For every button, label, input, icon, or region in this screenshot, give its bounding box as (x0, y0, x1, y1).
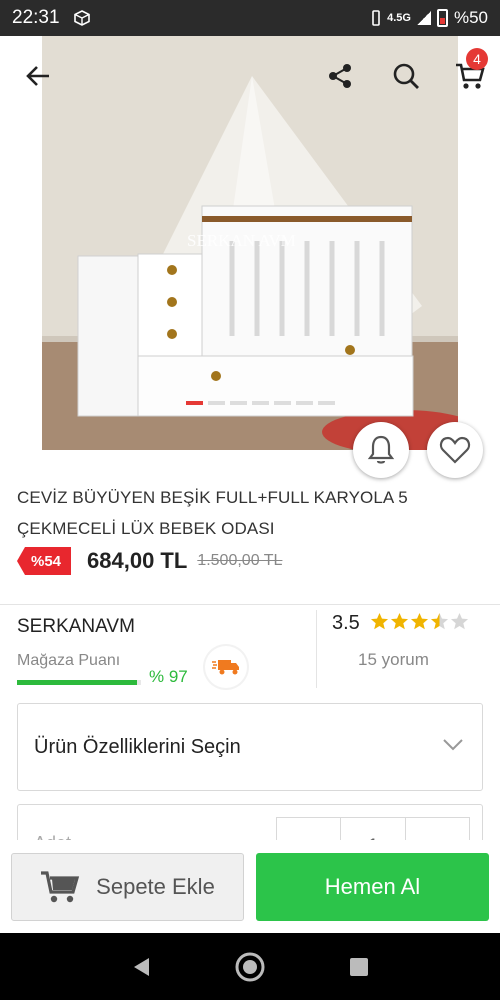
rating-stars (370, 612, 469, 631)
status-time: 22:31 (12, 7, 60, 28)
star-icon (410, 612, 429, 630)
battery-icon (436, 9, 448, 27)
search-icon (393, 63, 419, 89)
buy-now-label: Hemen Al (324, 874, 421, 899)
photo-watermark: SERKAN AVM (187, 231, 296, 250)
price-row: %54 684,00 TL 1.500,00 TL (17, 547, 282, 575)
bell-icon (367, 435, 395, 464)
chevron-down-icon (443, 739, 463, 751)
star-icon (450, 612, 469, 630)
top-bar: 4 (0, 36, 500, 116)
pagination-dot (296, 401, 313, 405)
battery-level: %50 (453, 8, 488, 27)
share-button[interactable] (320, 56, 360, 96)
store-score-bar (17, 680, 141, 685)
cart-icon (41, 871, 80, 903)
product-options-select[interactable]: Ürün Özelliklerini Seçin (17, 703, 483, 791)
search-button[interactable] (386, 56, 426, 96)
pagination-dot (230, 401, 247, 405)
fast-shipping-badge[interactable] (205, 646, 247, 688)
rating-value: 3.5 (332, 612, 360, 634)
review-count-link[interactable]: 15 yorum (358, 650, 429, 670)
old-price: 1.500,00 TL (197, 552, 283, 569)
vibrate-icon (372, 10, 380, 26)
system-nav-bar (0, 933, 500, 1000)
star-icon (390, 612, 409, 630)
pagination-dot (208, 401, 225, 405)
add-to-cart-button[interactable]: Sepete Ekle (11, 853, 244, 921)
pagination-dot (318, 401, 335, 405)
box-icon (73, 10, 90, 26)
options-select-label: Ürün Özelliklerini Seçin (34, 735, 241, 758)
pagination-dot (274, 401, 291, 405)
pagination-dot (252, 401, 269, 405)
star-icon (430, 612, 449, 630)
vertical-divider (316, 610, 317, 688)
status-bar: 22:31 4.5G %50 (0, 0, 500, 36)
recents-square-icon[interactable] (349, 957, 369, 977)
arrow-left-icon (26, 66, 49, 86)
network-type: 4.5G (387, 12, 411, 24)
pagination-dot (186, 401, 203, 405)
favorite-button[interactable] (427, 422, 483, 478)
product-title: CEVİZ BÜYÜYEN BEŞİK FULL+FULL KARYOLA 5 … (17, 488, 408, 538)
back-triangle-icon[interactable] (131, 956, 151, 978)
price: 684,00 TL (87, 548, 188, 573)
share-icon (329, 64, 351, 88)
add-to-cart-label: Sepete Ekle (96, 874, 215, 899)
store-score-fill (17, 680, 138, 685)
back-button[interactable] (18, 56, 58, 96)
star-icon (370, 612, 389, 630)
truck-icon (212, 660, 239, 675)
signal-icon (416, 11, 431, 25)
bottom-action-bar: Sepete Ekle Hemen Al (0, 840, 500, 933)
cart-count-badge: 4 (466, 48, 488, 70)
divider (0, 604, 500, 605)
home-circle-icon[interactable] (234, 951, 266, 983)
store-score-value: % 97 (149, 667, 188, 686)
discount-badge: %54 (17, 547, 72, 575)
notify-button[interactable] (353, 422, 409, 478)
store-score-label: Mağaza Puanı (17, 652, 121, 669)
buy-now-button[interactable]: Hemen Al (256, 853, 489, 921)
image-pagination (186, 401, 335, 405)
seller-name[interactable]: SERKANAVM (17, 616, 135, 638)
cart-button[interactable]: 4 (450, 48, 490, 96)
heart-icon (439, 436, 471, 464)
